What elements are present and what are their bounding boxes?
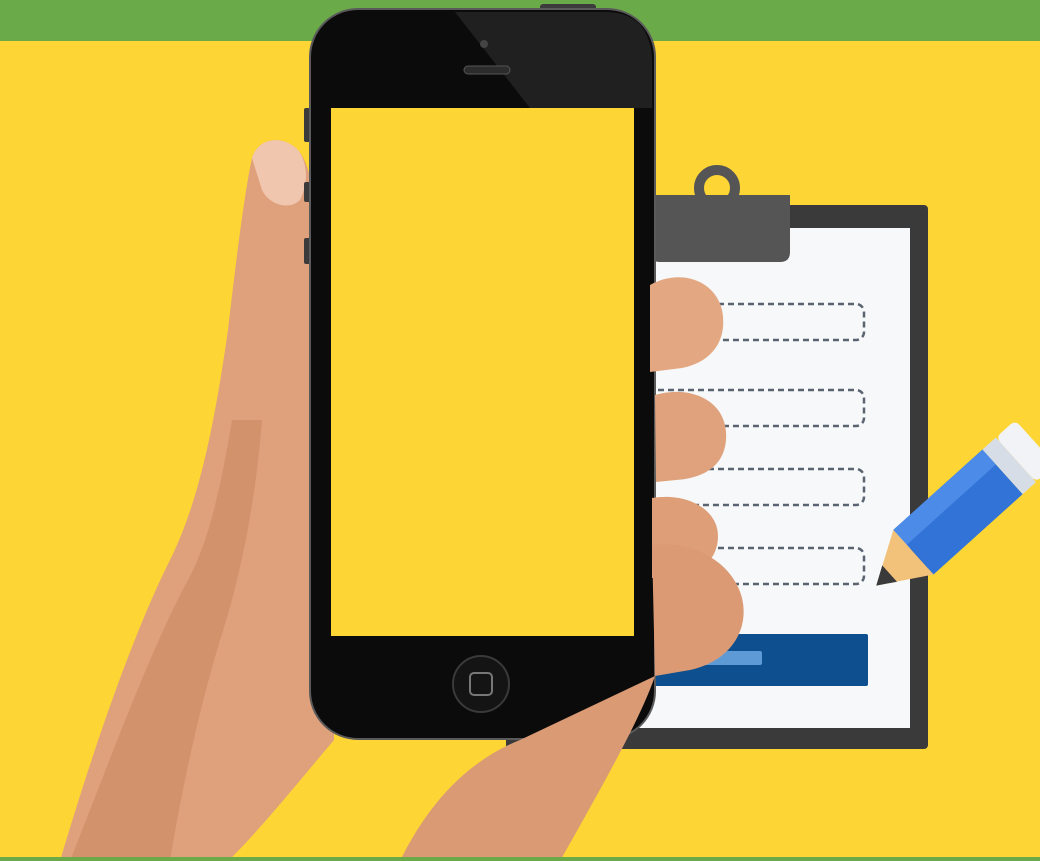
illustration-scene [0,0,1040,861]
home-button-icon [452,655,510,713]
phone-screen [331,108,634,636]
front-camera [480,40,488,48]
hand [60,140,334,861]
smartphone [304,4,656,740]
illustration [60,4,1040,861]
footer-bar [0,857,1040,861]
earpiece [463,65,511,75]
